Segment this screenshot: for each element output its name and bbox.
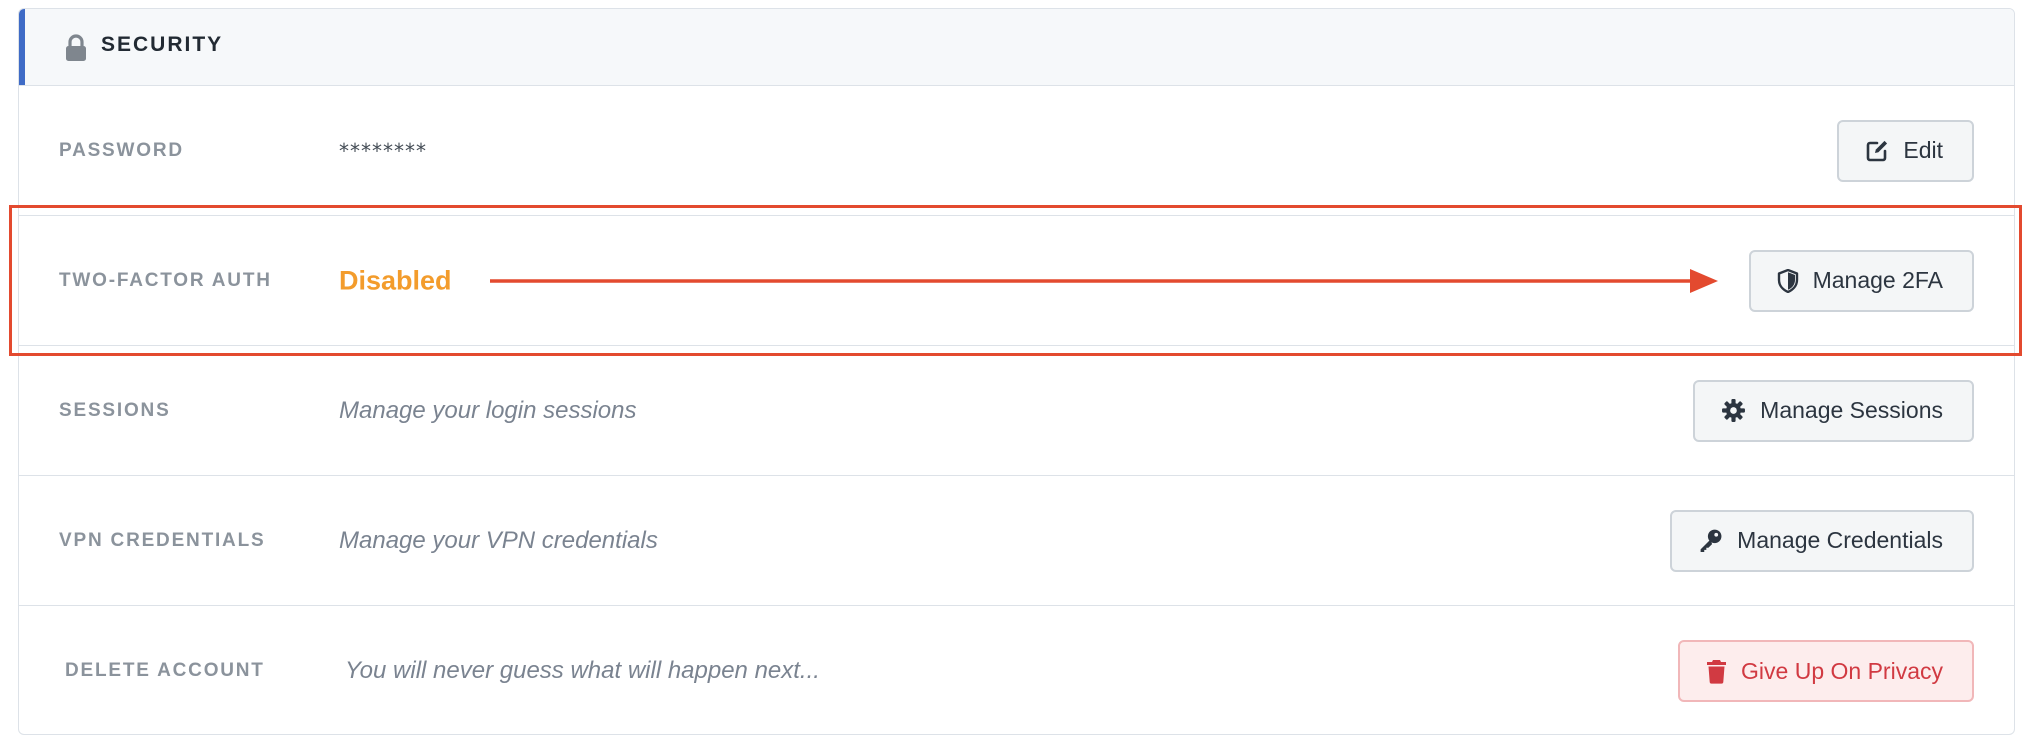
row-label-password: PASSWORD <box>59 139 184 161</box>
edit-password-button[interactable]: Edit <box>1837 119 1974 182</box>
vpn-description: Manage your VPN credentials <box>339 526 658 554</box>
edit-button-label: Edit <box>1903 137 1943 163</box>
security-panel: SECURITY PASSWORD ******** Edit TWO-FACT… <box>18 8 2015 735</box>
sessions-description: Manage your login sessions <box>339 396 637 424</box>
section-title: SECURITY <box>101 33 224 56</box>
row-vpn-credentials: VPN CREDENTIALS Manage your VPN credenti… <box>19 476 2014 606</box>
manage-sessions-button[interactable]: Manage Sessions <box>1693 379 1974 442</box>
row-two-factor-auth: TWO-FACTOR AUTH Disabled Manage 2FA <box>19 216 2014 346</box>
lock-icon <box>66 34 86 61</box>
row-delete-account: DELETE ACCOUNT You will never guess what… <box>19 606 2014 734</box>
give-up-on-privacy-label: Give Up On Privacy <box>1741 657 1943 684</box>
delete-description: You will never guess what will happen ne… <box>345 657 820 684</box>
header-accent-bar <box>19 9 25 85</box>
row-label-delete: DELETE ACCOUNT <box>65 660 265 681</box>
row-label-vpn: VPN CREDENTIALS <box>59 529 266 551</box>
give-up-on-privacy-button[interactable]: Give Up On Privacy <box>1678 640 1974 702</box>
two-factor-status: Disabled <box>339 265 452 295</box>
key-icon <box>1700 529 1722 552</box>
row-label-two-factor: TWO-FACTOR AUTH <box>59 269 272 291</box>
manage-sessions-label: Manage Sessions <box>1760 397 1943 423</box>
row-label-sessions: SESSIONS <box>59 399 171 421</box>
trash-icon <box>1707 659 1727 684</box>
shield-icon <box>1777 268 1798 293</box>
security-panel-header: SECURITY <box>19 9 2014 86</box>
manage-credentials-label: Manage Credentials <box>1737 527 1943 553</box>
row-sessions: SESSIONS Manage your login sessions Mana… <box>19 346 2014 476</box>
manage-2fa-label: Manage 2FA <box>1812 267 1943 293</box>
manage-credentials-button[interactable]: Manage Credentials <box>1670 509 1974 572</box>
password-value: ******** <box>339 138 427 163</box>
row-password: PASSWORD ******** Edit <box>19 86 2014 216</box>
manage-2fa-button[interactable]: Manage 2FA <box>1748 249 1974 312</box>
gear-icon <box>1722 399 1746 422</box>
edit-icon <box>1867 140 1888 161</box>
